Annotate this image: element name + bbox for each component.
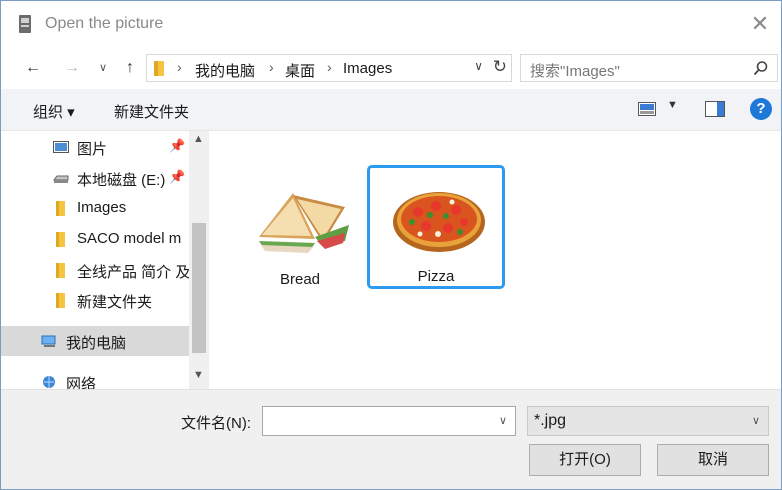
sidebar-item-label: 我的电脑 — [66, 335, 127, 352]
file-name: Bread — [279, 271, 321, 288]
file-list: Bread Pizza — [209, 131, 781, 389]
chevron-right-icon[interactable]: › — [269, 59, 274, 75]
folder-icon — [56, 293, 65, 308]
preview-pane-icon[interactable] — [705, 101, 725, 117]
search-box[interactable]: 搜索"Images" — [520, 54, 778, 82]
drive-icon — [53, 175, 69, 183]
window-title: Open the picture — [45, 15, 164, 32]
chevron-right-icon[interactable]: › — [327, 59, 332, 75]
scrollbar-thumb[interactable] — [192, 223, 206, 353]
computer-icon — [41, 335, 56, 347]
sidebar-item-pictures[interactable]: 图片 📌 — [1, 132, 189, 162]
cancel-button[interactable]: 取消 — [657, 444, 769, 476]
command-bar: 组织 ▾ 新建文件夹 ▼ ? — [1, 89, 781, 131]
scroll-up-icon[interactable]: ▲ — [193, 133, 204, 145]
new-folder-button[interactable]: 新建文件夹 — [114, 101, 189, 122]
search-placeholder: 搜索"Images" — [530, 63, 620, 80]
sidebar-item-label: SACO model m — [77, 230, 182, 247]
sidebar-scrollbar[interactable]: ▲ ▼ — [189, 131, 209, 389]
sidebar-item-label: 网络 — [66, 376, 97, 389]
sidebar-item-saco-model[interactable]: SACO model m — [1, 224, 189, 254]
view-options-dropdown[interactable]: ▼ — [667, 99, 678, 111]
chevron-right-icon: › — [177, 59, 182, 75]
pictures-icon — [53, 141, 69, 153]
title-bar: Open the picture ✕ — [1, 1, 781, 49]
close-button[interactable]: ✕ — [747, 11, 773, 37]
file-item-bread[interactable]: Bread — [231, 169, 369, 293]
sidebar-item-product-intro[interactable]: 全线产品 简介 及 — [1, 255, 189, 285]
organize-button[interactable]: 组织 ▾ — [33, 101, 75, 122]
sidebar-item-label: 全线产品 简介 及 — [77, 264, 189, 281]
sidebar-item-this-pc[interactable]: 我的电脑 — [1, 326, 189, 356]
address-row: ← → ∨ ↑ › 我的电脑 › 桌面 › Images ∨ ↻ 搜索"Imag… — [1, 49, 781, 89]
filename-field[interactable]: ∨ — [262, 406, 516, 436]
chevron-down-icon[interactable]: ∨ — [499, 414, 507, 427]
filename-input[interactable] — [263, 407, 483, 433]
pizza-thumbnail — [390, 182, 488, 256]
up-button[interactable]: ↑ — [120, 57, 140, 79]
help-icon[interactable]: ? — [750, 98, 772, 120]
file-type-value: *.jpg — [534, 412, 567, 429]
navigation-pane: 图片 📌 本地磁盘 (E:) 📌 Images SACO model m 全线产… — [1, 131, 209, 389]
folder-icon — [154, 61, 164, 76]
change-view-icon[interactable] — [638, 102, 656, 116]
sidebar-item-label: 新建文件夹 — [77, 294, 153, 311]
sidebar-item-images[interactable]: Images — [1, 193, 189, 223]
app-icon — [19, 15, 31, 33]
open-button[interactable]: 打开(O) — [529, 444, 641, 476]
dialog-footer: 文件名(N): ∨ *.jpg ∨ 打开(O) 取消 — [1, 389, 781, 489]
sidebar-item-new-folder[interactable]: 新建文件夹 — [1, 285, 189, 315]
recent-locations-button[interactable]: ∨ — [93, 57, 113, 79]
network-icon — [43, 376, 55, 388]
file-type-filter[interactable]: *.jpg ∨ — [527, 406, 769, 436]
folder-icon — [56, 232, 65, 247]
sidebar-item-label: Images — [77, 199, 127, 216]
file-name: Pizza — [417, 268, 455, 285]
address-bar[interactable]: › 我的电脑 › 桌面 › Images ∨ ↻ — [146, 54, 512, 82]
sandwich-thumbnail — [253, 185, 351, 259]
back-button[interactable]: ← — [23, 57, 43, 79]
sidebar-item-local-disk[interactable]: 本地磁盘 (E:) 📌 — [1, 163, 189, 193]
search-icon[interactable] — [753, 60, 769, 76]
scroll-down-icon[interactable]: ▼ — [193, 369, 204, 381]
sidebar-item-network[interactable]: 网络 — [1, 367, 189, 389]
breadcrumb-images[interactable]: Images — [343, 60, 392, 77]
file-item-pizza[interactable]: Pizza — [367, 165, 505, 289]
pin-icon[interactable]: 📌 — [169, 138, 185, 154]
forward-button[interactable]: → — [62, 57, 82, 79]
breadcrumb-desktop[interactable]: 桌面 — [285, 60, 315, 81]
refresh-icon[interactable]: ↻ — [493, 57, 507, 77]
chevron-down-icon[interactable]: ∨ — [474, 59, 483, 73]
chevron-down-icon[interactable]: ∨ — [752, 414, 760, 427]
folder-icon — [56, 201, 65, 216]
open-file-dialog: Open the picture ✕ ← → ∨ ↑ › 我的电脑 › 桌面 ›… — [0, 0, 782, 490]
pin-icon[interactable]: 📌 — [169, 169, 185, 185]
folder-icon — [56, 263, 65, 278]
breadcrumb-this-pc[interactable]: 我的电脑 — [195, 60, 255, 81]
filename-label: 文件名(N): — [181, 415, 251, 432]
